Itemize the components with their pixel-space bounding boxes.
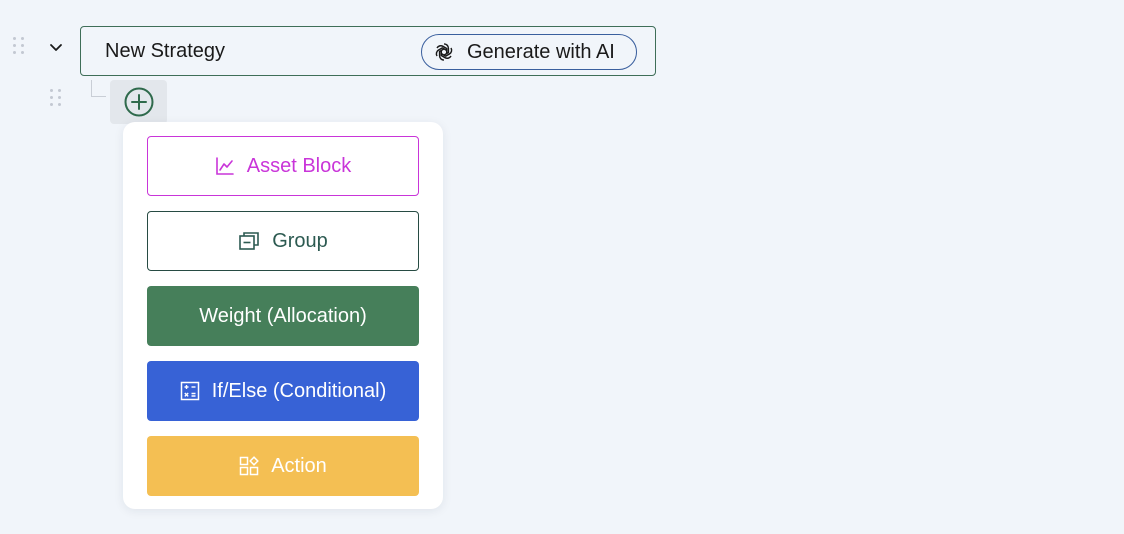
add-block-button[interactable] [110,80,167,124]
line-chart-icon [215,157,234,175]
chevron-down-icon[interactable] [46,40,66,56]
add-block-menu: Asset Block Group Weight (Allocation) If… [123,122,443,509]
asset-block-label: Asset Block [246,154,352,177]
plus-circle-icon [124,87,153,117]
generate-with-ai-button[interactable]: Generate with AI [421,34,637,70]
drag-handle-icon[interactable] [13,37,25,55]
drag-handle-icon[interactable] [50,89,62,107]
group-button[interactable]: Group [147,211,419,271]
action-button[interactable]: Action [147,436,419,496]
weight-allocation-label: Weight (Allocation) [199,304,367,327]
group-label: Group [272,229,328,252]
asset-block-button[interactable]: Asset Block [147,136,419,196]
strategy-name[interactable]: New Strategy [105,40,225,63]
action-label: Action [271,454,327,477]
openai-icon [435,43,453,61]
if-else-button[interactable]: If/Else (Conditional) [147,361,419,421]
strategy-header: New Strategy Generate with AI [80,26,656,76]
calculator-icon [180,381,199,401]
tree-connector [91,80,106,97]
generate-with-ai-label: Generate with AI [467,40,615,63]
shapes-icon [239,456,260,476]
if-else-label: If/Else (Conditional) [211,379,387,402]
group-icon [239,232,260,250]
weight-allocation-button[interactable]: Weight (Allocation) [147,286,419,346]
